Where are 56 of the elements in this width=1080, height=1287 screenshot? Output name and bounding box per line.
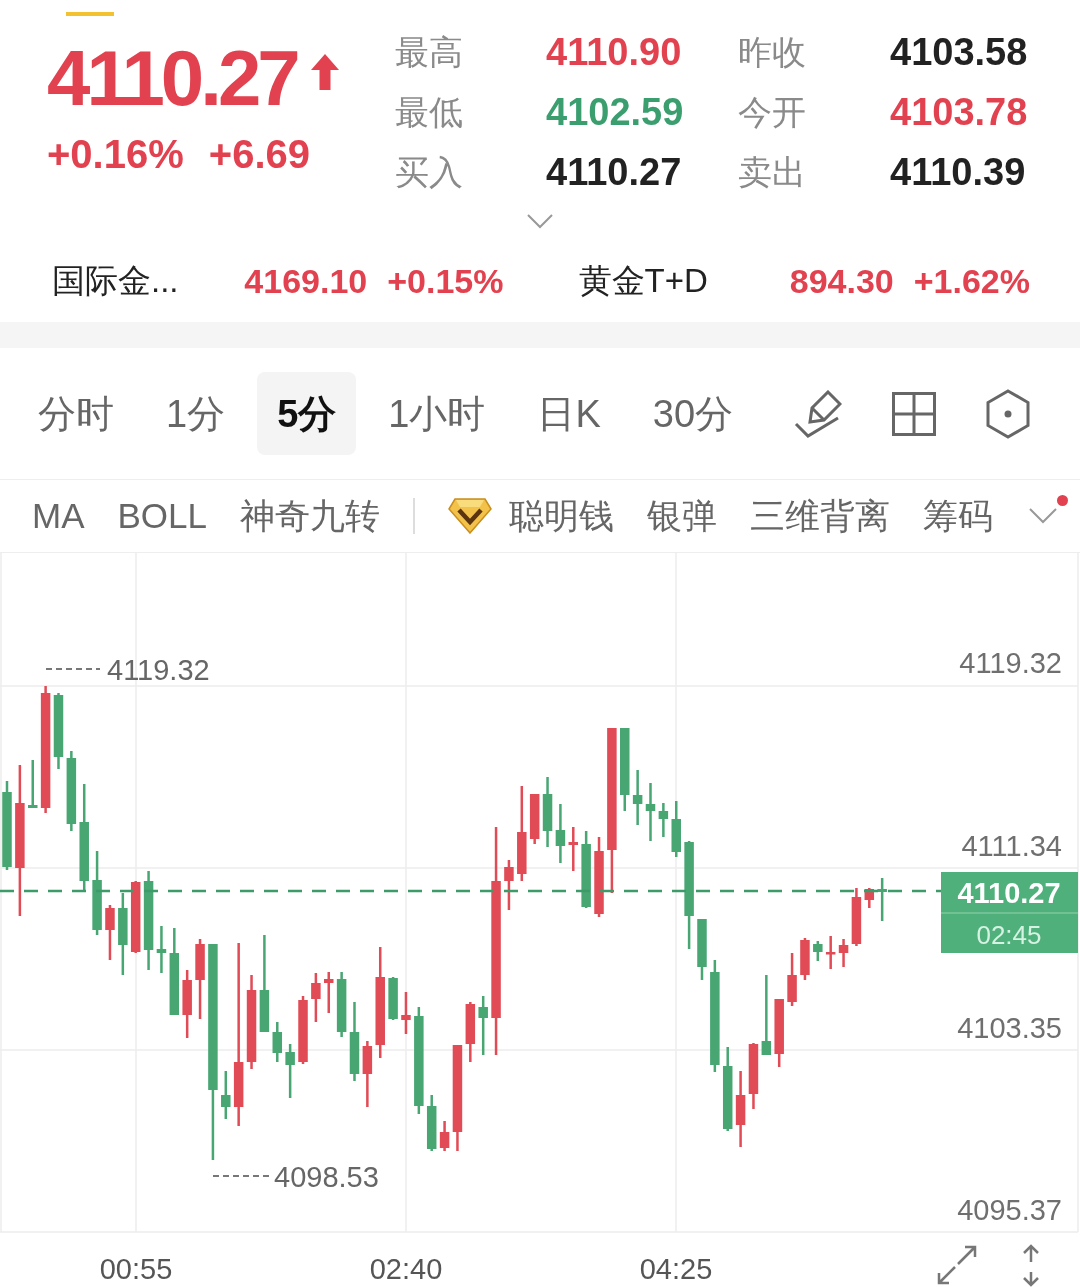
period-tab[interactable]: 5分: [257, 372, 357, 455]
related-price: 4169.10: [244, 261, 368, 301]
indicator-tab[interactable]: 三维背离: [750, 496, 890, 536]
chevron-down-icon[interactable]: [526, 213, 554, 229]
indicator-tab[interactable]: 筹码: [923, 496, 993, 536]
indicator-tab[interactable]: 神奇九转: [240, 496, 380, 536]
period-tab[interactable]: 分时: [18, 372, 134, 455]
high-price-label: 4119.32: [107, 654, 210, 686]
y-axis-label: 4103.35: [957, 1012, 1062, 1044]
stat-value: 4110.90: [546, 30, 682, 74]
countdown-label: 02:45: [976, 920, 1042, 950]
related-change: +0.15%: [387, 261, 504, 301]
pencil-icon[interactable]: [794, 389, 842, 438]
period-tab[interactable]: 1分: [146, 372, 246, 455]
period-tab[interactable]: 30分: [632, 372, 754, 455]
related-price: 894.30: [789, 261, 894, 301]
stat-label: 最高: [395, 32, 463, 72]
x-axis-label: 04:25: [639, 1253, 713, 1285]
related-name[interactable]: 国际金...: [52, 261, 179, 301]
hexagon-icon[interactable]: [986, 388, 1030, 439]
chevron-down-icon[interactable]: [1028, 507, 1058, 525]
stat-value: 4102.59: [546, 90, 684, 134]
related-change: +1.62%: [913, 261, 1030, 301]
leader-line: [45, 668, 101, 670]
stat-label: 昨收: [738, 32, 806, 72]
grid-icon[interactable]: [892, 391, 936, 436]
x-axis-label: 00:55: [99, 1253, 173, 1285]
diamond-icon: [448, 498, 492, 534]
leader-line: [212, 1175, 271, 1177]
indicator-tab[interactable]: 银弹: [647, 496, 717, 536]
active-tab-indicator: [66, 12, 114, 16]
stat-label: 买入: [395, 152, 463, 192]
current-price: 4110.27: [47, 38, 297, 118]
y-axis-label: 4119.32: [959, 647, 1062, 679]
indicator-tab[interactable]: BOLL: [117, 496, 207, 536]
stat-value: 4103.58: [890, 30, 1028, 74]
y-axis-label: 4111.34: [961, 830, 1062, 862]
period-tab[interactable]: 日K: [517, 372, 621, 455]
up-down-arrows-icon[interactable]: [1022, 1244, 1040, 1287]
x-axis-label: 02:40: [369, 1253, 443, 1285]
indicator-tab[interactable]: MA: [32, 496, 85, 536]
related-name[interactable]: 黄金T+D: [578, 261, 708, 301]
stat-label: 最低: [395, 92, 463, 132]
expand-icon[interactable]: [937, 1245, 977, 1285]
stat-value: 4103.78: [890, 90, 1028, 134]
low-price-label: 4098.53: [274, 1161, 379, 1193]
change-amount: +6.69: [208, 131, 310, 178]
stat-label: 卖出: [738, 152, 806, 192]
stat-label: 今开: [738, 92, 806, 132]
price-tag-value: 4110.27: [957, 877, 1061, 909]
stat-value: 4110.27: [546, 150, 682, 194]
stat-value: 4110.39: [890, 150, 1026, 194]
indicator-tab[interactable]: 聪明钱: [509, 496, 614, 536]
y-axis-label: 4095.37: [957, 1194, 1062, 1226]
change-percent: +0.16%: [47, 131, 184, 178]
period-tab[interactable]: 1小时: [368, 372, 506, 455]
